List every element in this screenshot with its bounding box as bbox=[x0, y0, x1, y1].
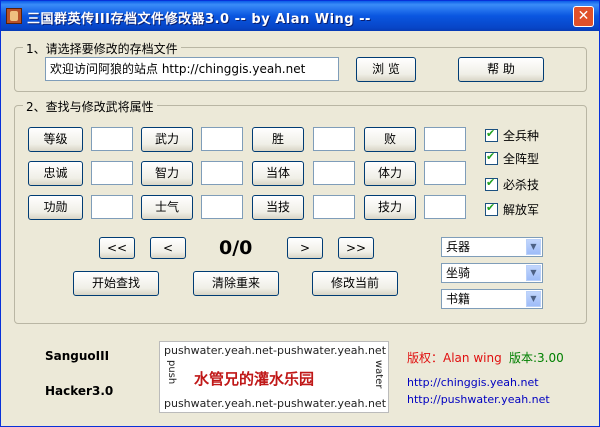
attr-morale-input[interactable] bbox=[201, 195, 243, 219]
reset-button[interactable]: 清除重来 bbox=[193, 271, 279, 296]
logo-top-text: pushwater.yeah.net-pushwater.yeah.net bbox=[164, 344, 387, 357]
version-text: 版本:3.00 bbox=[509, 351, 564, 365]
checkbox-all-units[interactable]: 全兵种 bbox=[485, 127, 539, 144]
logo-right-text: water bbox=[373, 360, 384, 389]
attr-level-button[interactable]: 等级 bbox=[28, 127, 83, 152]
logo-left-text: push bbox=[166, 360, 177, 385]
attr-force-input[interactable] bbox=[201, 127, 243, 151]
checkbox-all-units-box[interactable] bbox=[485, 127, 498, 142]
attr-skill-button[interactable]: 技力 bbox=[364, 195, 416, 220]
last-record-button[interactable]: >> bbox=[338, 237, 374, 259]
attr-merit-input[interactable] bbox=[91, 195, 133, 219]
record-counter: 0/0 bbox=[219, 237, 253, 259]
checkbox-all-formations[interactable]: 全阵型 bbox=[485, 150, 539, 167]
chevron-down-icon[interactable]: ▼ bbox=[526, 291, 541, 307]
next-record-button[interactable]: > bbox=[287, 237, 323, 259]
browse-button[interactable]: 浏 览 bbox=[356, 57, 416, 82]
attr-losses-button[interactable]: 败 bbox=[364, 127, 416, 152]
start-search-button[interactable]: 开始查找 bbox=[73, 271, 159, 296]
logo-bottom-text: pushwater.yeah.net-pushwater.yeah.net bbox=[164, 397, 387, 410]
mount-select[interactable]: 坐骑 ▼ bbox=[441, 263, 543, 283]
attr-loyalty-input[interactable] bbox=[91, 161, 133, 185]
chevron-down-icon[interactable]: ▼ bbox=[526, 239, 541, 255]
attr-level-input[interactable] bbox=[91, 127, 133, 151]
attr-intellect-button[interactable]: 智力 bbox=[141, 161, 193, 186]
copyright-text: 版权：Alan wing bbox=[407, 351, 502, 365]
file-group-legend: 1、请选择要修改的存档文件 bbox=[23, 40, 181, 57]
window-title: 三国群英传III存档文件修改器3.0 -- by Alan Wing -- bbox=[27, 12, 371, 27]
attr-wins-button[interactable]: 胜 bbox=[252, 127, 304, 152]
modify-current-button[interactable]: 修改当前 bbox=[312, 271, 398, 296]
first-record-button[interactable]: << bbox=[99, 237, 135, 259]
attr-loyalty-button[interactable]: 忠诚 bbox=[28, 161, 83, 186]
attr-losses-input[interactable] bbox=[424, 127, 466, 151]
link-pushwater[interactable]: http://pushwater.yeah.net bbox=[407, 393, 550, 406]
attr-merit-button[interactable]: 功勋 bbox=[28, 195, 83, 220]
attr-morale-button[interactable]: 士气 bbox=[141, 195, 193, 220]
attr-current-hp-button[interactable]: 当体 bbox=[252, 161, 304, 186]
attr-hp-input[interactable] bbox=[424, 161, 466, 185]
book-select-value: 书籍 bbox=[446, 292, 471, 306]
file-path-field[interactable]: 欢迎访问阿狼的站点 http://chinggis.yeah.net bbox=[45, 57, 339, 81]
close-button[interactable]: ✕ bbox=[573, 6, 594, 27]
attr-wins-input[interactable] bbox=[313, 127, 355, 151]
checkbox-liberation-army-label: 解放军 bbox=[503, 203, 540, 217]
chevron-down-icon[interactable]: ▼ bbox=[526, 265, 541, 281]
link-chinggis[interactable]: http://chinggis.yeah.net bbox=[407, 376, 539, 389]
checkbox-all-formations-box[interactable] bbox=[485, 150, 498, 165]
app-name-line1: SanguoIII bbox=[45, 349, 110, 363]
attr-force-button[interactable]: 武力 bbox=[141, 127, 193, 152]
mount-select-value: 坐骑 bbox=[446, 266, 471, 280]
attr-intellect-input[interactable] bbox=[201, 161, 243, 185]
attr-current-skill-button[interactable]: 当技 bbox=[252, 195, 304, 220]
weapon-select-value: 兵器 bbox=[446, 240, 471, 254]
logo-main-text: 水管兄的灌水乐园 bbox=[194, 370, 315, 388]
book-select[interactable]: 书籍 ▼ bbox=[441, 289, 543, 309]
checkbox-all-units-label: 全兵种 bbox=[503, 129, 540, 143]
weapon-select[interactable]: 兵器 ▼ bbox=[441, 237, 543, 257]
search-group-legend: 2、查找与修改武将属性 bbox=[23, 98, 157, 115]
main-window: 三国群英传III存档文件修改器3.0 -- by Alan Wing -- ✕ … bbox=[0, 0, 600, 427]
pushwater-logo: pushwater.yeah.net-pushwater.yeah.net pu… bbox=[159, 341, 389, 413]
app-icon bbox=[6, 8, 22, 24]
checkbox-special-skills[interactable]: 必杀技 bbox=[485, 176, 539, 193]
attr-hp-button[interactable]: 体力 bbox=[364, 161, 416, 186]
checkbox-liberation-army-box[interactable] bbox=[485, 201, 498, 216]
prev-record-button[interactable]: < bbox=[150, 237, 186, 259]
title-bar[interactable]: 三国群英传III存档文件修改器3.0 -- by Alan Wing -- ✕ bbox=[1, 1, 599, 31]
help-button[interactable]: 帮 助 bbox=[458, 57, 544, 82]
attr-skill-input[interactable] bbox=[424, 195, 466, 219]
checkbox-liberation-army[interactable]: 解放军 bbox=[485, 201, 539, 218]
attr-current-skill-input[interactable] bbox=[313, 195, 355, 219]
attr-current-hp-input[interactable] bbox=[313, 161, 355, 185]
checkbox-special-skills-box[interactable] bbox=[485, 176, 498, 191]
checkbox-all-formations-label: 全阵型 bbox=[503, 152, 540, 166]
checkbox-special-skills-label: 必杀技 bbox=[503, 178, 540, 192]
app-name-line2: Hacker3.0 bbox=[45, 384, 114, 398]
